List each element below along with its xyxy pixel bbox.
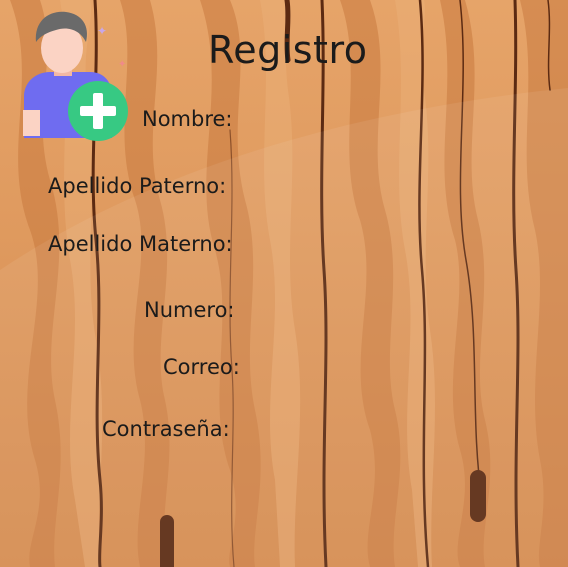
page-title: Registro	[208, 28, 368, 72]
correo-label: Correo:	[163, 355, 240, 379]
apellido-materno-label: Apellido Materno:	[48, 232, 233, 256]
sparkle-icon: ✦	[97, 24, 108, 38]
numero-label: Numero:	[144, 298, 235, 322]
nombre-label: Nombre:	[142, 107, 233, 131]
apellido-paterno-label: Apellido Paterno:	[48, 174, 227, 198]
add-user-icon	[23, 11, 128, 141]
sparkle-icon: ✦	[118, 59, 127, 70]
contrasena-label: Contraseña:	[102, 417, 230, 441]
